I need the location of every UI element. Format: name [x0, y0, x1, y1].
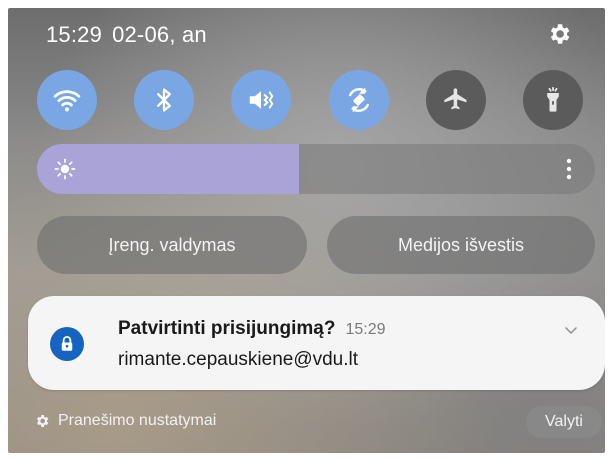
flashlight-icon [547, 86, 559, 112]
clear-button[interactable]: Valyti [526, 406, 602, 438]
more-options-icon[interactable] [565, 157, 573, 181]
status-bar: 15:29 02-06, an [46, 22, 207, 48]
gear-icon [37, 415, 49, 427]
date: 02-06, an [112, 22, 207, 47]
notification-settings-label: Pranešimo nustatymai [58, 412, 217, 429]
bluetooth-toggle[interactable] [134, 70, 195, 130]
notification-title: Patvirtinti prisijungimą? [118, 318, 336, 339]
notification-shade: 15:29 02-06, an Įreng. valdymas Medijos … [8, 8, 605, 453]
notification-text: rimante.cepauskiene@vdu.lt [118, 349, 359, 370]
auto-rotate-icon [348, 87, 369, 113]
sound-mute-icon [250, 91, 274, 109]
airplane-icon [444, 88, 467, 110]
lock-icon [61, 336, 73, 351]
flashlight-toggle[interactable] [522, 70, 583, 130]
notification-title-row: Patvirtinti prisijungimą? 15:29 [118, 318, 386, 340]
device-control-button[interactable]: Įreng. valdymas [37, 216, 307, 274]
airplane-toggle[interactable] [425, 70, 486, 130]
sound-toggle[interactable] [231, 70, 292, 130]
notification-time: 15:29 [345, 321, 386, 338]
chevron-down-icon[interactable] [563, 322, 579, 338]
auto-rotate-toggle[interactable] [328, 70, 389, 130]
clock: 15:29 [46, 22, 103, 47]
gear-icon [550, 24, 570, 44]
notification-settings-link[interactable]: Pranešimo nustatymai [34, 412, 216, 430]
notification-card[interactable]: Patvirtinti prisijungimą? 15:29 rimante.… [28, 296, 605, 390]
brightness-slider[interactable] [37, 144, 595, 194]
media-output-button[interactable]: Medijos išvestis [327, 216, 595, 274]
sun-icon [54, 158, 76, 180]
wifi-icon [53, 90, 81, 112]
settings-button[interactable] [543, 18, 575, 50]
quick-toggles [37, 70, 583, 130]
wifi-toggle[interactable] [37, 70, 97, 130]
app-icon [50, 327, 84, 361]
bluetooth-icon [157, 88, 172, 112]
